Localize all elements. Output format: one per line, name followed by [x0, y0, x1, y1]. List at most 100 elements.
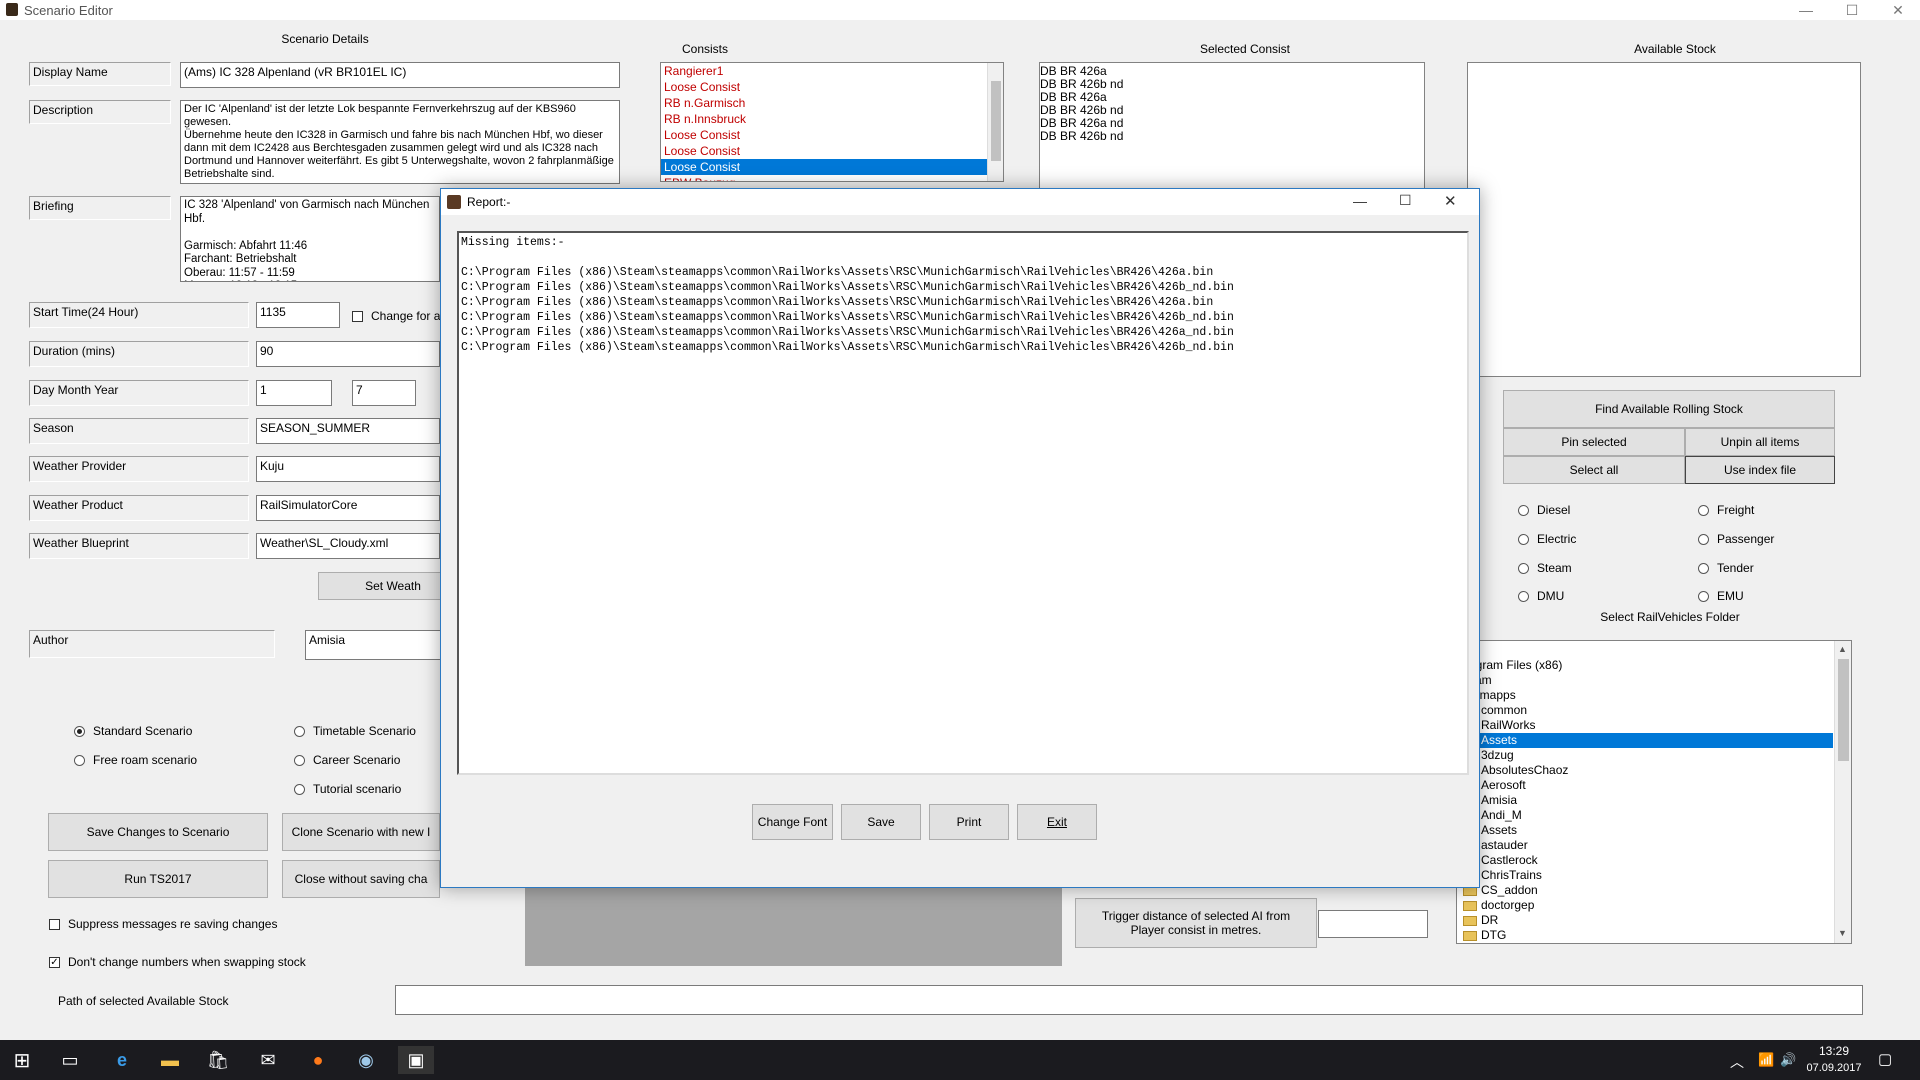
clock-time[interactable]: 13:29 — [1808, 1044, 1860, 1058]
weather-provider-input[interactable]: Kuju — [256, 456, 440, 482]
duration-input[interactable]: 90 — [256, 341, 440, 367]
selected-consist-list[interactable]: DB BR 426a DB BR 426b nd DB BR 426a DB BR 4… — [1039, 62, 1425, 192]
folder-tree-item[interactable]: Andi_M — [1457, 808, 1833, 823]
trigger-distance-input[interactable] — [1318, 910, 1428, 938]
day-input[interactable]: 1 — [256, 380, 332, 406]
report-minimize-button[interactable]: — — [1353, 193, 1367, 209]
radio-circle[interactable] — [74, 754, 85, 766]
folder-tree-item[interactable]: C:\ — [1457, 643, 1833, 658]
check-mark-icon[interactable]: ✓ — [49, 956, 60, 968]
change-for-all-checkbox[interactable]: Change for all — [352, 309, 446, 323]
folder-tree-item[interactable]: Amisia — [1457, 793, 1833, 808]
radio-circle[interactable] — [1698, 590, 1709, 602]
month-input[interactable]: 7 — [352, 380, 416, 406]
radio-passenger[interactable]: Passenger — [1698, 532, 1774, 546]
folder-tree-item[interactable]: Program Files (x86) — [1457, 658, 1833, 673]
radio-circle[interactable] — [1518, 504, 1529, 516]
consist-list-item[interactable]: Loose Consist — [661, 127, 987, 143]
radio-steam[interactable]: Steam — [1518, 561, 1572, 575]
folder-tree-item[interactable]: doctorgep — [1457, 898, 1833, 913]
consist-list-item[interactable]: Loose Consist — [661, 159, 987, 175]
consist-list-item[interactable]: Loose Consist — [661, 79, 987, 95]
selected-consist-item[interactable]: DB BR 426b nd — [1040, 130, 1424, 143]
report-exit-button[interactable]: Exit — [1017, 804, 1097, 840]
dont-change-numbers-checkbox[interactable]: ✓ Don't change numbers when swapping stoc… — [49, 955, 306, 969]
folder-tree-item[interactable]: Castlerock — [1457, 853, 1833, 868]
consist-list-item[interactable]: Loose Consist — [661, 143, 987, 159]
radio-circle[interactable] — [1518, 533, 1529, 545]
radio-circle[interactable] — [1518, 590, 1529, 602]
folder-tree-item[interactable]: 3dzug — [1457, 748, 1833, 763]
pin-selected-button[interactable]: Pin selected — [1503, 428, 1685, 456]
find-rolling-stock-button[interactable]: Find Available Rolling Stock — [1503, 390, 1835, 428]
minimize-button[interactable]: — — [1783, 0, 1829, 20]
available-stock-list[interactable] — [1467, 62, 1861, 377]
mail-icon[interactable]: ✉ — [250, 1046, 286, 1074]
description-textarea[interactable]: Der IC 'Alpenland' ist der letzte Lok be… — [180, 100, 620, 184]
folder-tree-scrollbar[interactable]: ▲ ▼ — [1834, 641, 1851, 943]
radio-circle[interactable] — [294, 783, 305, 795]
use-index-file-button[interactable]: Use index file — [1685, 456, 1835, 484]
clock-date[interactable]: 07.09.2017 — [1804, 1062, 1864, 1074]
folder-tree-item[interactable]: Assets — [1457, 733, 1833, 748]
path-available-stock-input[interactable] — [395, 985, 1863, 1015]
consist-list-item[interactable]: RB n.Innsbruck — [661, 111, 987, 127]
radio-circle[interactable] — [1518, 562, 1529, 574]
report-close-button[interactable]: ✕ — [1444, 192, 1457, 210]
scenario-editor-taskbar-icon[interactable]: ▣ — [398, 1046, 434, 1074]
network-icon[interactable]: 📶 — [1758, 1052, 1774, 1068]
consist-list-item[interactable]: Rangierer1 — [661, 63, 987, 79]
save-changes-button[interactable]: Save Changes to Scenario — [48, 813, 268, 851]
consists-scrollbar[interactable] — [987, 63, 1003, 181]
radio-standard-scenario[interactable]: Standard Scenario — [74, 724, 192, 738]
checkbox-box[interactable] — [49, 918, 60, 930]
folder-tree-item[interactable]: Steam — [1457, 673, 1833, 688]
radio-circle[interactable] — [74, 725, 85, 737]
steam-icon[interactable]: ◉ — [348, 1046, 384, 1074]
task-view-icon[interactable]: ▭ — [52, 1046, 88, 1074]
scrollbar-thumb[interactable] — [991, 81, 1001, 161]
volume-icon[interactable]: 🔊 — [1780, 1052, 1796, 1068]
maximize-button[interactable]: ☐ — [1829, 0, 1875, 20]
select-all-button[interactable]: Select all — [1503, 456, 1685, 484]
folder-tree-item[interactable]: RailWorks — [1457, 718, 1833, 733]
display-name-input[interactable]: (Ams) IC 328 Alpenland (vR BR101EL IC) — [180, 62, 620, 88]
tray-chevron-icon[interactable]: ︿ — [1730, 1052, 1744, 1072]
folder-tree[interactable]: C:\Program Files (x86)Steamsteamappscomm… — [1456, 640, 1852, 944]
firefox-icon[interactable]: ● — [300, 1046, 336, 1074]
scroll-up-icon[interactable]: ▲ — [1838, 643, 1847, 656]
radio-electric[interactable]: Electric — [1518, 532, 1576, 546]
author-input[interactable]: Amisia — [305, 630, 445, 660]
clone-scenario-button[interactable]: Clone Scenario with new I — [282, 813, 440, 851]
unpin-all-button[interactable]: Unpin all items — [1685, 428, 1835, 456]
report-print-button[interactable]: Print — [929, 804, 1009, 840]
notification-center-icon[interactable]: ▢ — [1878, 1050, 1892, 1068]
folder-tree-item[interactable]: DR — [1457, 913, 1833, 928]
radio-career-scenario[interactable]: Career Scenario — [294, 753, 400, 767]
folder-tree-item[interactable]: ChrisTrains — [1457, 868, 1833, 883]
radio-circle[interactable] — [1698, 533, 1709, 545]
radio-circle[interactable] — [294, 754, 305, 766]
radio-timetable-scenario[interactable]: Timetable Scenario — [294, 724, 416, 738]
report-save-button[interactable]: Save — [841, 804, 921, 840]
radio-circle[interactable] — [1698, 504, 1709, 516]
report-textarea[interactable]: Missing items:- C:\Program Files (x86)\S… — [457, 231, 1469, 775]
store-icon[interactable]: 🛍 — [200, 1046, 236, 1074]
radio-freight[interactable]: Freight — [1698, 503, 1754, 517]
close-without-saving-button[interactable]: Close without saving cha — [282, 860, 440, 898]
radio-tutorial-scenario[interactable]: Tutorial scenario — [294, 782, 401, 796]
scrollbar-thumb[interactable] — [1838, 659, 1849, 761]
folder-tree-item[interactable]: Assets — [1457, 823, 1833, 838]
windows-start-icon[interactable]: ⊞ — [4, 1046, 40, 1074]
folder-tree-item[interactable]: astauder — [1457, 838, 1833, 853]
radio-dmu[interactable]: DMU — [1518, 589, 1564, 603]
report-maximize-button[interactable]: ☐ — [1399, 192, 1412, 209]
folder-tree-item[interactable]: Aerosoft — [1457, 778, 1833, 793]
consist-list-item[interactable]: RB n.Garmisch — [661, 95, 987, 111]
briefing-textarea[interactable]: IC 328 'Alpenland' von Garmisch nach Mün… — [180, 196, 440, 282]
radio-circle[interactable] — [1698, 562, 1709, 574]
consist-list-item[interactable]: EBW Bauzug — [661, 175, 987, 181]
folder-tree-item[interactable]: common — [1457, 703, 1833, 718]
run-ts2017-button[interactable]: Run TS2017 — [48, 860, 268, 898]
scroll-down-icon[interactable]: ▼ — [1838, 927, 1847, 940]
